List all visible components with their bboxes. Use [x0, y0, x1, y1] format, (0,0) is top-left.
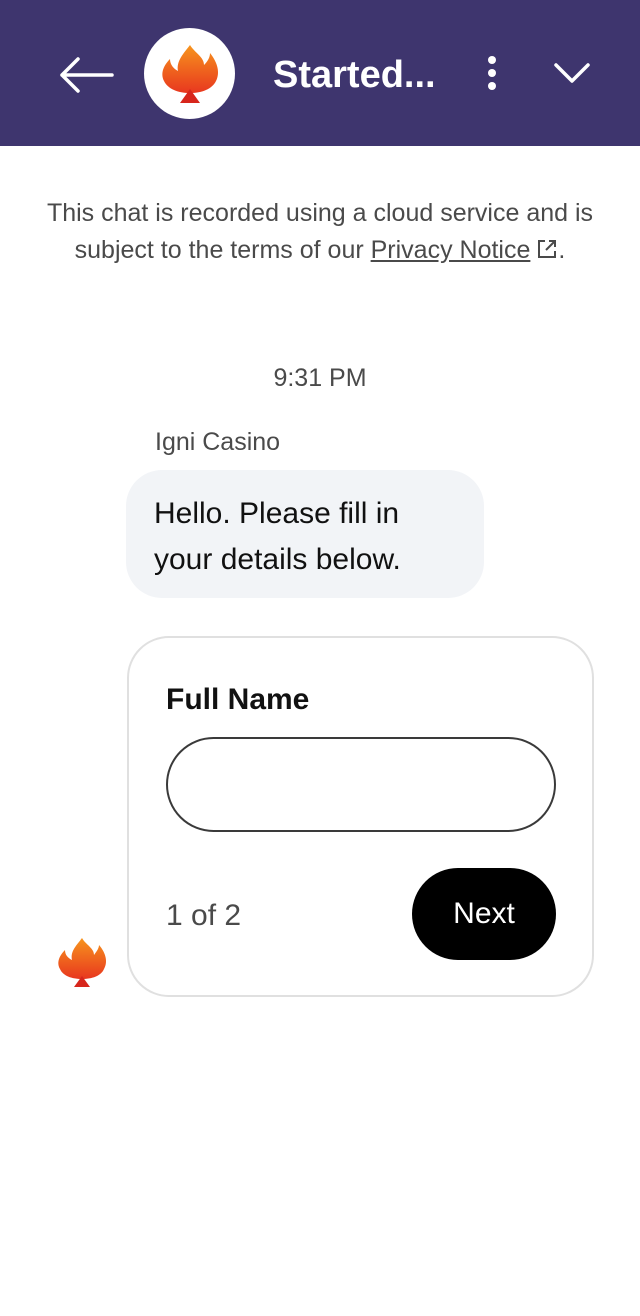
sender-name: Igni Casino [155, 428, 281, 456]
message-bubble: Hello. Please fill in your details below… [126, 470, 484, 598]
more-vertical-icon [488, 56, 496, 90]
chat-header: Started... [0, 0, 640, 146]
back-button[interactable] [56, 50, 116, 100]
brand-avatar [144, 28, 235, 119]
full-name-input[interactable] [166, 737, 556, 832]
external-link-icon [538, 239, 557, 258]
arrow-left-icon [60, 57, 114, 93]
message-timestamp: 9:31 PM [273, 364, 367, 392]
notice-end: . [558, 235, 566, 264]
full-name-label: Full Name [166, 683, 310, 716]
privacy-notice: This chat is recorded using a cloud serv… [40, 195, 600, 268]
minimize-button[interactable] [548, 50, 596, 96]
more-options-button[interactable] [476, 50, 508, 96]
privacy-notice-link[interactable]: Privacy Notice [371, 236, 531, 264]
chevron-down-icon [554, 63, 590, 83]
form-card: Full Name 1 of 2 Next [127, 636, 594, 997]
header-title: Started... [273, 54, 436, 96]
flame-spade-logo [161, 44, 218, 103]
bot-avatar-icon [58, 938, 107, 987]
next-button[interactable]: Next [412, 868, 556, 960]
form-step-indicator: 1 of 2 [166, 899, 242, 932]
